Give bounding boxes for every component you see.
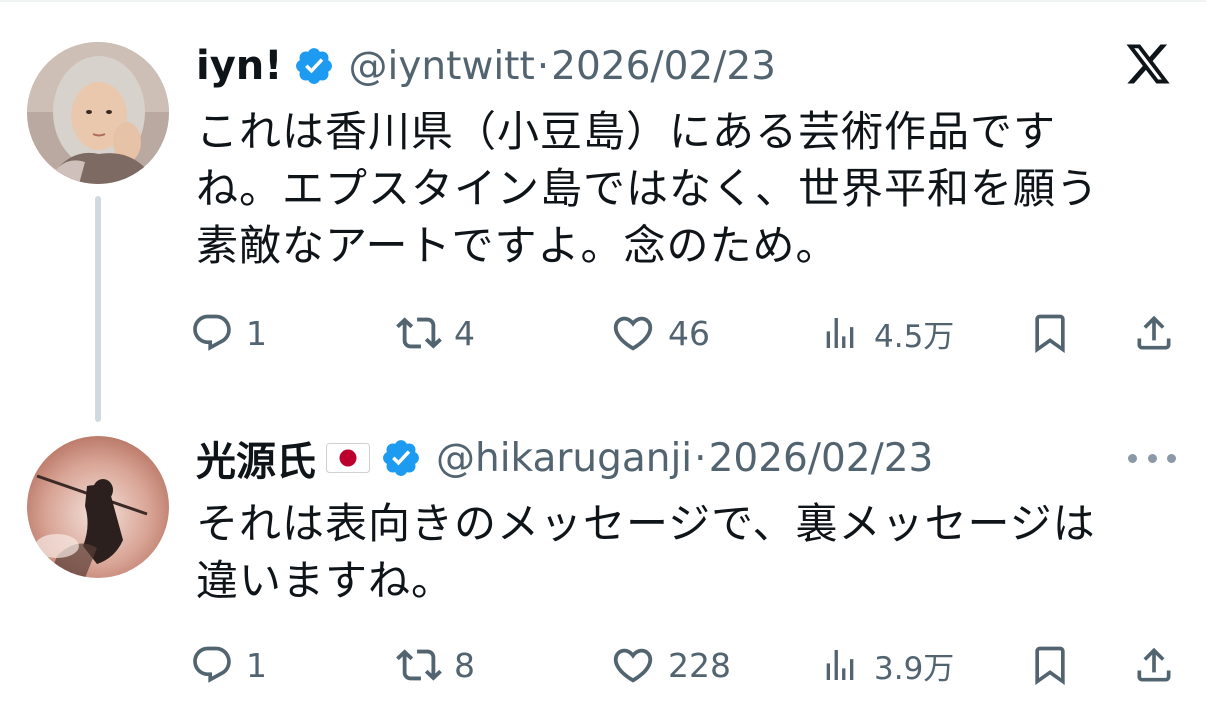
more-dot [1147,453,1157,463]
reply-count: 1 [246,645,267,685]
tweet-header: iyn! @iyntwitt · 2026/02/23 [196,41,776,91]
retweet-icon [396,649,442,681]
bookmark-icon [1035,314,1065,354]
tweet-text-line: 違いますね。 [196,556,455,605]
share-button[interactable] [1132,640,1176,690]
verified-badge-icon [293,45,335,87]
more-options-icon[interactable] [1128,446,1176,470]
bookmark-icon [1035,646,1065,686]
user-handle[interactable]: @hikaruganji [436,436,692,481]
views-count: 4.5万 [874,318,955,355]
retweet-button[interactable]: 8 [396,640,475,690]
more-dot [1167,453,1176,463]
tweet-text-line: それは表向きのメッセージで、裏メッセージは [196,499,1096,548]
views-count: 3.9万 [874,650,955,687]
verified-badge-icon [380,437,422,479]
like-count: 228 [668,645,731,685]
avatar-iyntwitt[interactable] [27,42,169,184]
thread-connector-line [95,196,101,422]
bookmark-button[interactable] [1028,308,1072,358]
reply-button[interactable]: 1 [190,640,267,690]
views-button[interactable]: 3.9万 [820,640,954,690]
tweet-action-bar: 1 8 228 3.9万 [190,640,1180,690]
share-button[interactable] [1132,308,1176,358]
retweet-count: 4 [454,313,475,353]
more-dot [1128,453,1137,463]
separator-dot: · [694,435,707,481]
top-divider [0,0,1206,2]
japan-flag-icon [326,443,370,473]
like-button[interactable]: 46 [610,308,710,358]
user-handle[interactable]: @iyntwitt [349,44,535,89]
retweet-button[interactable]: 4 [396,308,475,358]
reply-icon [193,646,231,683]
like-button[interactable]: 228 [610,640,731,690]
tweet-text: これは香川県（小豆島）にある芸術作品です ね。エプスタイン島ではなく、世界平和を… [196,103,1156,274]
display-name[interactable]: iyn! [196,43,283,89]
tweet-text: それは表向きのメッセージで、裏メッセージは 違いますね。 [196,495,1156,609]
share-icon [1137,647,1171,682]
reply-icon [193,314,231,351]
reply-count: 1 [246,313,267,353]
tweet-text-line: ね。エプスタイン島ではなく、世界平和を願う [196,164,1100,213]
x-logo-icon [1122,40,1174,88]
heart-icon [613,316,653,351]
share-icon [1137,315,1171,350]
tweet-date[interactable]: 2026/02/23 [709,436,934,481]
views-button[interactable]: 4.5万 [820,308,954,358]
views-chart-icon [826,650,854,680]
retweet-icon [396,317,442,349]
views-chart-icon [826,318,854,348]
display-name[interactable]: 光源氏 [196,429,316,487]
tweet-date[interactable]: 2026/02/23 [551,44,776,89]
reply-button[interactable]: 1 [190,308,267,358]
tweet-text-line: 素敵なアートですよ。念のため。 [196,221,839,270]
bookmark-button[interactable] [1028,640,1072,690]
tweet-text-line: これは香川県（小豆島）にある芸術作品です [196,107,1057,156]
avatar-hikaruganji[interactable] [27,436,169,578]
separator-dot: · [536,43,550,89]
tweet-action-bar: 1 4 46 4.5万 [190,308,1180,358]
tweet-header: 光源氏 @hikaruganji · 2026/02/23 [196,433,934,486]
heart-icon [613,648,653,683]
like-count: 46 [668,313,710,353]
retweet-count: 8 [454,645,475,685]
